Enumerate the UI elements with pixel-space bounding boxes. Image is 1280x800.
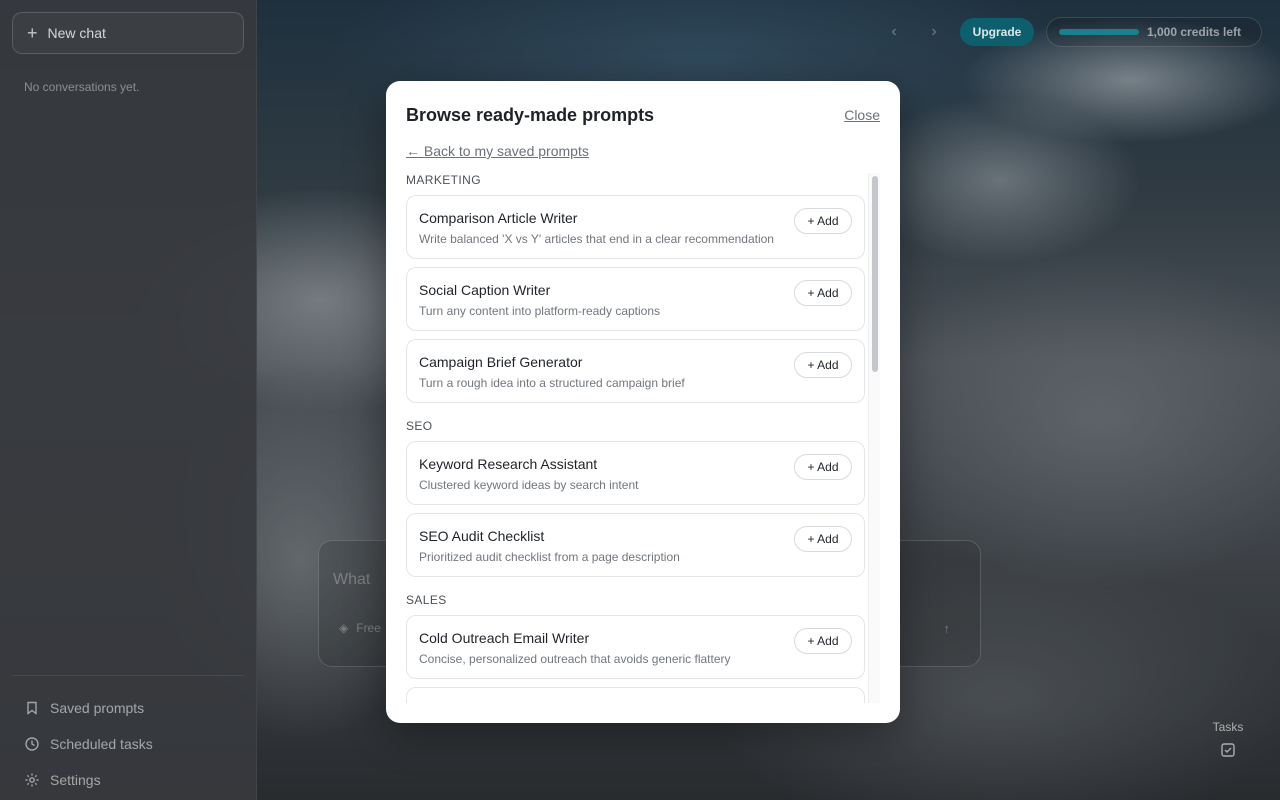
prompt-title: Social Caption Writer bbox=[419, 282, 551, 298]
prompt-title: Cold Outreach Email Writer bbox=[419, 630, 590, 646]
sidebar-item-saved-prompts[interactable]: Saved prompts bbox=[24, 690, 153, 726]
add-prompt-button[interactable]: + Add bbox=[794, 280, 852, 306]
sidebar-item-label: Saved prompts bbox=[50, 700, 145, 716]
close-link[interactable]: Close bbox=[844, 107, 880, 123]
modal-title: Browse ready-made prompts bbox=[406, 105, 655, 125]
tasks-button[interactable]: Tasks bbox=[1200, 720, 1256, 758]
clock-icon bbox=[25, 737, 39, 751]
add-prompt-button[interactable]: + Add bbox=[794, 352, 852, 378]
prompt-card: Comparison Article Writer Write balanced… bbox=[406, 195, 865, 259]
prompt-title: Comparison Article Writer bbox=[419, 210, 578, 226]
prompt-card bbox=[406, 687, 865, 703]
prompt-card: Keyword Research Assistant Clustered key… bbox=[406, 441, 865, 505]
layers-icon: ◈ bbox=[339, 621, 349, 635]
prompt-description: Turn a rough idea into a structured camp… bbox=[419, 376, 685, 390]
composer-mode-label: Free bbox=[356, 621, 381, 635]
browse-prompts-modal: Browse ready-made prompts Close ← Back t… bbox=[386, 81, 900, 723]
new-chat-button[interactable]: + New chat bbox=[12, 12, 244, 54]
send-arrow-icon[interactable]: ↑ bbox=[944, 621, 951, 636]
checkbox-icon bbox=[1221, 743, 1235, 757]
prompt-title: Keyword Research Assistant bbox=[419, 456, 598, 472]
prompt-card: Social Caption Writer Turn any content i… bbox=[406, 267, 865, 331]
prompt-description: Concise, personalized outreach that avoi… bbox=[419, 652, 731, 666]
prompt-description: Turn any content into platform-ready cap… bbox=[419, 304, 661, 318]
prompt-description: Prioritized audit checklist from a page … bbox=[419, 550, 680, 564]
add-prompt-button[interactable]: + Add bbox=[794, 628, 852, 654]
sidebar-divider bbox=[12, 675, 244, 676]
upgrade-button[interactable]: Upgrade bbox=[960, 18, 1034, 46]
chevron-right-icon[interactable]: › bbox=[924, 22, 944, 42]
modal-scrollbar[interactable] bbox=[868, 173, 880, 703]
prompt-list[interactable]: MARKETING Comparison Article Writer Writ… bbox=[406, 173, 866, 703]
prompt-description: Clustered keyword ideas by search intent bbox=[419, 478, 639, 492]
credits-progress-fill bbox=[1059, 29, 1139, 35]
prompt-card: Cold Outreach Email Writer Concise, pers… bbox=[406, 615, 865, 679]
credits-label: 1,000 credits left bbox=[1147, 25, 1242, 39]
credits-progress-track bbox=[1059, 29, 1139, 35]
sidebar-item-scheduled-tasks[interactable]: Scheduled tasks bbox=[24, 726, 153, 762]
section-label-marketing: MARKETING bbox=[406, 173, 481, 187]
new-chat-label: New chat bbox=[47, 25, 106, 41]
sidebar-nav: Saved prompts Scheduled tasks Settings bbox=[24, 690, 153, 798]
add-prompt-button[interactable]: + Add bbox=[794, 526, 852, 552]
gear-icon bbox=[25, 773, 39, 787]
prompt-title: Campaign Brief Generator bbox=[419, 354, 583, 370]
sidebar-item-label: Settings bbox=[50, 772, 101, 788]
prompt-card: SEO Audit Checklist Prioritized audit ch… bbox=[406, 513, 865, 577]
credits-indicator[interactable]: 1,000 credits left bbox=[1046, 17, 1262, 47]
sidebar-item-settings[interactable]: Settings bbox=[24, 762, 153, 798]
chevron-left-icon[interactable]: ‹ bbox=[884, 22, 904, 42]
back-to-saved-prompts-link[interactable]: ← Back to my saved prompts bbox=[406, 143, 589, 159]
prompt-card: Campaign Brief Generator Turn a rough id… bbox=[406, 339, 865, 403]
section-label-sales: SALES bbox=[406, 593, 447, 607]
add-prompt-button[interactable]: + Add bbox=[794, 208, 852, 234]
section-label-seo: SEO bbox=[406, 419, 433, 433]
sidebar-item-label: Scheduled tasks bbox=[50, 736, 153, 752]
sidebar: + New chat No conversations yet. Saved p… bbox=[0, 0, 257, 800]
plus-icon: + bbox=[27, 23, 38, 43]
prompt-title: SEO Audit Checklist bbox=[419, 528, 545, 544]
composer-mode-selector[interactable]: ◈ Free bbox=[339, 621, 381, 635]
tasks-label: Tasks bbox=[1212, 720, 1244, 734]
bookmark-icon bbox=[27, 701, 37, 715]
scrollbar-thumb[interactable] bbox=[872, 176, 878, 372]
prompt-description: Write balanced 'X vs Y' articles that en… bbox=[419, 232, 774, 246]
conversations-empty-note: No conversations yet. bbox=[24, 80, 140, 94]
add-prompt-button[interactable]: + Add bbox=[794, 454, 852, 480]
composer-placeholder: What bbox=[333, 571, 371, 588]
